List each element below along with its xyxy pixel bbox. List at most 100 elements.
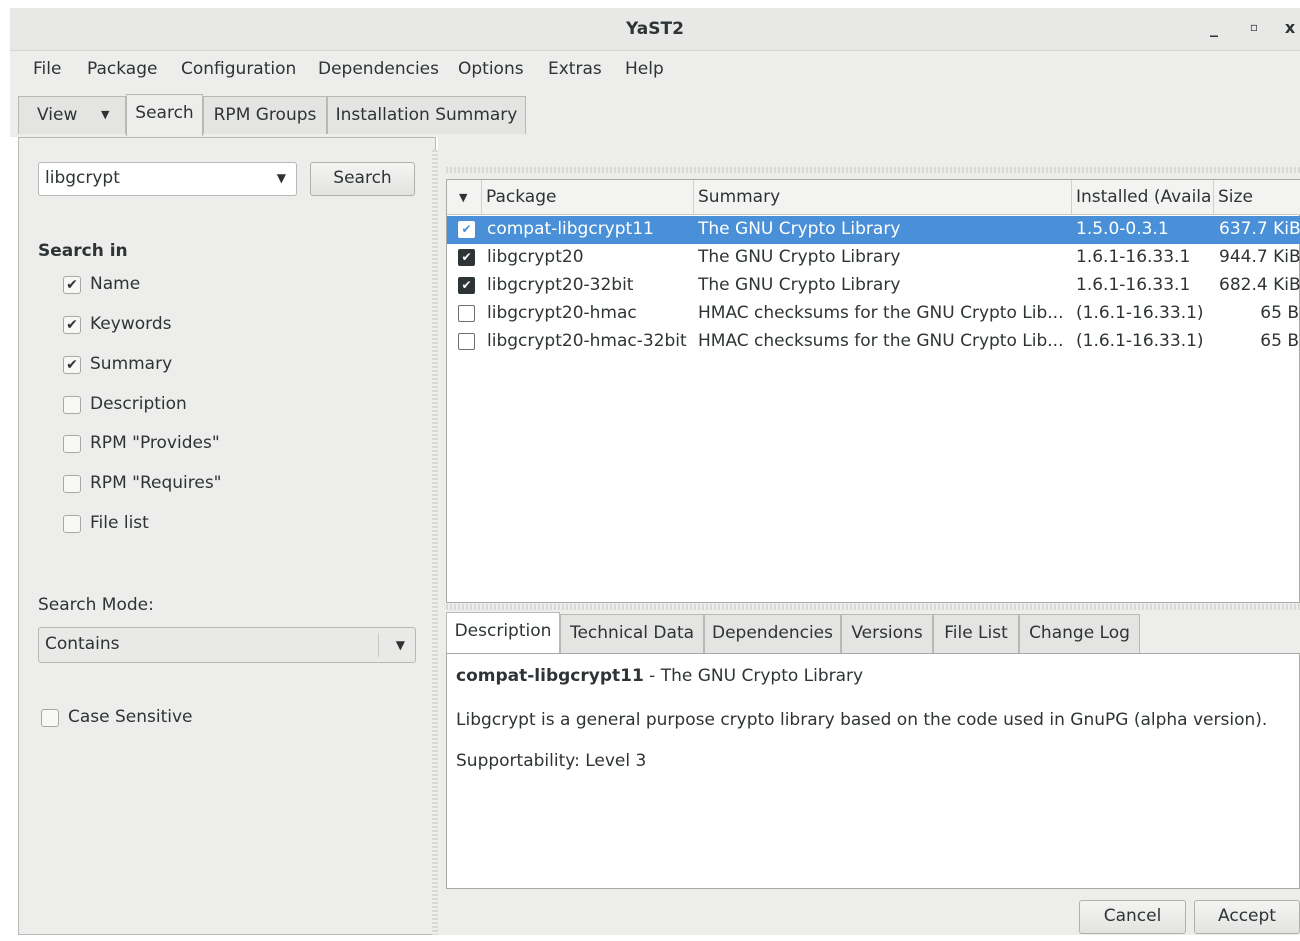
- cell-installed: 1.6.1-16.33.1: [1076, 247, 1191, 267]
- splitter-horizontal[interactable]: [446, 604, 1300, 610]
- title-bar: YaST2 _ ▫ x: [10, 8, 1300, 51]
- cell-size: 637.7 KiB: [1219, 219, 1300, 239]
- row-checkbox[interactable]: [458, 305, 475, 322]
- search-mode-label: Search Mode:: [38, 595, 154, 615]
- menu-help[interactable]: Help: [625, 59, 664, 79]
- table-header: ▼ Package Summary Installed (Availa Size: [447, 180, 1300, 215]
- tab-change-log[interactable]: Change Log: [1019, 614, 1140, 654]
- detail-package-summary: - The GNU Crypto Library: [643, 666, 864, 686]
- checkbox-rpm-requires[interactable]: [63, 475, 81, 493]
- cancel-button[interactable]: Cancel: [1079, 900, 1186, 934]
- cell-package: libgcrypt20-32bit: [487, 275, 634, 295]
- close-icon[interactable]: x: [1278, 18, 1300, 42]
- tab-dependencies[interactable]: Dependencies: [704, 614, 841, 654]
- option-name-label: Name: [90, 274, 141, 294]
- chevron-down-icon: ▼: [101, 108, 110, 121]
- tab-search[interactable]: Search: [126, 94, 203, 136]
- cell-size: 944.7 KiB: [1219, 247, 1300, 267]
- column-package[interactable]: Package: [481, 180, 693, 214]
- cell-summary: HMAC checksums for the GNU Crypto Lib...: [698, 331, 1064, 351]
- select-divider: [378, 633, 379, 657]
- tab-versions[interactable]: Versions: [841, 614, 933, 654]
- row-checkbox[interactable]: ✔: [458, 249, 475, 266]
- cell-package: libgcrypt20-hmac-32bit: [487, 331, 687, 351]
- detail-supportability: Supportability: Level 3: [456, 751, 647, 771]
- search-button[interactable]: Search: [310, 162, 415, 196]
- tab-description[interactable]: Description: [446, 612, 560, 655]
- menu-extras[interactable]: Extras: [548, 59, 602, 79]
- search-in-heading: Search in: [38, 241, 128, 261]
- checkbox-summary[interactable]: ✔: [63, 356, 81, 374]
- table-row[interactable]: ✔ libgcrypt20 The GNU Crypto Library 1.6…: [447, 244, 1300, 272]
- cell-installed: 1.5.0-0.3.1: [1076, 219, 1169, 239]
- cell-summary: HMAC checksums for the GNU Crypto Lib...: [698, 303, 1064, 323]
- tab-file-list[interactable]: File List: [933, 614, 1019, 654]
- option-case-sensitive-label: Case Sensitive: [68, 707, 193, 727]
- option-rpm-provides-label: RPM "Provides": [90, 433, 220, 453]
- option-summary-label: Summary: [90, 354, 173, 374]
- cell-installed: (1.6.1-16.33.1): [1076, 331, 1204, 351]
- menu-options[interactable]: Options: [458, 59, 524, 79]
- chevron-down-icon: ▼: [395, 638, 405, 652]
- cell-size: 65 B: [1260, 331, 1299, 351]
- table-row[interactable]: libgcrypt20-hmac-32bit HMAC checksums fo…: [447, 328, 1300, 356]
- table-row[interactable]: libgcrypt20-hmac HMAC checksums for the …: [447, 300, 1300, 328]
- splitter-vertical[interactable]: [432, 150, 438, 935]
- accept-button[interactable]: Accept: [1194, 900, 1300, 934]
- cell-size: 682.4 KiB: [1219, 275, 1300, 295]
- checkbox-case-sensitive[interactable]: [41, 709, 59, 727]
- cell-package: libgcrypt20-hmac: [487, 303, 637, 323]
- search-mode-value: Contains: [45, 634, 120, 654]
- search-input-value: libgcrypt: [45, 168, 120, 188]
- search-mode-select[interactable]: Contains ▼: [38, 627, 416, 663]
- tab-installation-summary[interactable]: Installation Summary: [327, 96, 526, 134]
- checkbox-rpm-provides[interactable]: [63, 435, 81, 453]
- maximize-icon[interactable]: ▫: [1242, 20, 1266, 44]
- option-file-list-label: File list: [90, 513, 149, 533]
- tab-view-label: View: [37, 105, 78, 125]
- tab-rpm-groups[interactable]: RPM Groups: [203, 96, 327, 134]
- detail-heading: compat-libgcrypt11 - The GNU Crypto Libr…: [456, 666, 863, 686]
- row-checkbox[interactable]: ✔: [458, 221, 475, 238]
- search-panel: [26, 146, 430, 930]
- option-keywords-label: Keywords: [90, 314, 172, 334]
- chevron-down-icon[interactable]: ▼: [277, 171, 286, 185]
- menu-dependencies[interactable]: Dependencies: [318, 59, 439, 79]
- splitter-top[interactable]: [446, 167, 1300, 173]
- menu-configuration[interactable]: Configuration: [181, 59, 296, 79]
- cell-summary: The GNU Crypto Library: [698, 275, 901, 295]
- package-table: ▼ Package Summary Installed (Availa Size…: [446, 179, 1300, 603]
- cell-installed: 1.6.1-16.33.1: [1076, 275, 1191, 295]
- table-row[interactable]: ✔ libgcrypt20-32bit The GNU Crypto Libra…: [447, 272, 1300, 300]
- detail-tab-bar: Description Technical Data Dependencies …: [446, 612, 1300, 655]
- detail-package-name: compat-libgcrypt11: [456, 666, 644, 686]
- checkbox-file-list[interactable]: [63, 515, 81, 533]
- cell-installed: (1.6.1-16.33.1): [1076, 303, 1204, 323]
- menu-bar: File Package Configuration Dependencies …: [10, 51, 1300, 87]
- option-rpm-requires-label: RPM "Requires": [90, 473, 222, 493]
- window-title: YaST2: [626, 19, 684, 39]
- column-installed[interactable]: Installed (Availa: [1071, 180, 1213, 214]
- cell-package: libgcrypt20: [487, 247, 584, 267]
- cell-summary: The GNU Crypto Library: [698, 247, 901, 267]
- minimize-icon[interactable]: _: [1202, 18, 1226, 42]
- cell-summary: The GNU Crypto Library: [698, 219, 901, 239]
- cell-size: 65 B: [1260, 303, 1299, 323]
- sort-icon[interactable]: ▼: [447, 180, 481, 214]
- description-view: compat-libgcrypt11 - The GNU Crypto Libr…: [446, 653, 1300, 889]
- menu-package[interactable]: Package: [87, 59, 157, 79]
- column-size[interactable]: Size: [1213, 180, 1300, 214]
- search-input[interactable]: libgcrypt ▼: [38, 162, 297, 196]
- row-checkbox[interactable]: [458, 333, 475, 350]
- menu-file[interactable]: File: [33, 59, 61, 79]
- checkbox-description[interactable]: [63, 396, 81, 414]
- checkbox-name[interactable]: ✔: [63, 276, 81, 294]
- detail-description: Libgcrypt is a general purpose crypto li…: [456, 710, 1268, 730]
- table-row[interactable]: ✔ compat-libgcrypt11 The GNU Crypto Libr…: [447, 216, 1300, 244]
- checkbox-keywords[interactable]: ✔: [63, 316, 81, 334]
- tab-technical-data[interactable]: Technical Data: [560, 614, 704, 654]
- tab-view[interactable]: View ▼: [18, 96, 126, 134]
- main-tab-bar: View ▼ Search RPM Groups Installation Su…: [10, 87, 1300, 137]
- column-summary[interactable]: Summary: [693, 180, 1071, 214]
- row-checkbox[interactable]: ✔: [458, 277, 475, 294]
